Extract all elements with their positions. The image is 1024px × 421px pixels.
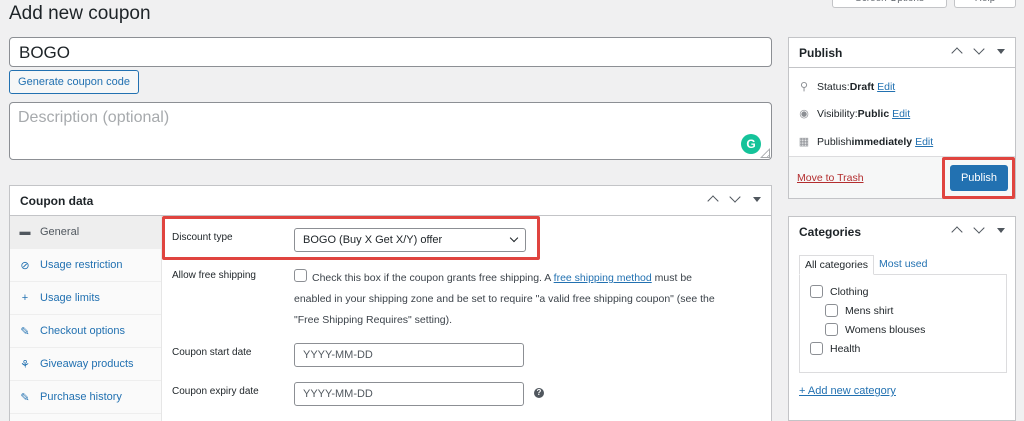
move-down-icon[interactable]: [729, 191, 741, 208]
tab-label: Usage limits: [40, 292, 100, 304]
wrench-icon: ✎: [20, 391, 30, 404]
categories-title: Categories: [799, 225, 862, 239]
tab-usage-restriction[interactable]: ⊘ Usage restriction: [10, 249, 161, 282]
edit-visibility-link[interactable]: Edit: [892, 108, 910, 120]
tab-label: Checkout options: [40, 325, 125, 337]
free-shipping-text: "Free Shipping Requires" setting).: [294, 314, 453, 326]
category-label: Clothing: [830, 285, 869, 298]
plus-icon: +: [21, 292, 29, 304]
category-checkbox[interactable]: [825, 323, 838, 336]
free-shipping-checkbox[interactable]: [294, 269, 307, 282]
publish-time-row: ▦ Publish immediately Edit: [797, 135, 933, 149]
publish-panel: Publish ⚲ Status: Draft Edit ◉ Visibilit…: [788, 37, 1016, 199]
category-item[interactable]: Clothing: [810, 285, 869, 298]
free-shipping-method-link[interactable]: free shipping method: [554, 272, 652, 284]
screen-options-button[interactable]: Screen Options: [832, 0, 947, 8]
tab-purchase-history[interactable]: ✎ Purchase history: [10, 381, 161, 414]
move-to-trash-link[interactable]: Move to Trash: [797, 172, 864, 184]
category-item[interactable]: Womens blouses: [825, 323, 925, 336]
toggle-panel-icon[interactable]: [751, 192, 763, 208]
publish-header: Publish: [789, 38, 1015, 68]
category-label: Health: [830, 342, 861, 355]
wrench-icon: ✎: [20, 325, 30, 338]
coupon-data-title: Coupon data: [20, 194, 94, 208]
visibility-row: ◉ Visibility: Public Edit: [797, 107, 910, 121]
description-textarea[interactable]: Description (optional): [9, 102, 772, 160]
discount-type-select[interactable]: BOGO (Buy X Get X/Y) offer: [294, 228, 526, 252]
coupon-data-header: Coupon data: [10, 186, 771, 216]
status-label: Status:: [817, 80, 850, 93]
free-shipping-description: Check this box if the coupon grants free…: [294, 268, 762, 331]
publish-button[interactable]: Publish: [950, 165, 1008, 191]
edit-publish-time-link[interactable]: Edit: [915, 136, 933, 148]
free-shipping-text: Check this box if the coupon grants free…: [312, 272, 554, 284]
tab-usage-limits[interactable]: + Usage limits: [10, 282, 161, 315]
add-new-category-link[interactable]: + Add new category: [799, 385, 896, 397]
coupon-data-tabs: ▬ General ⊘ Usage restriction + Usage limit…: [10, 216, 162, 421]
publish-title: Publish: [799, 46, 843, 60]
discount-type-label: Discount type: [172, 232, 233, 243]
edit-status-link[interactable]: Edit: [877, 81, 895, 93]
tab-checkout-options[interactable]: ✎ Checkout options: [10, 315, 161, 348]
category-item[interactable]: Mens shirt: [825, 304, 893, 317]
category-checkbox[interactable]: [825, 304, 838, 317]
visibility-label: Visibility:: [817, 107, 858, 120]
category-checklist: Clothing Mens shirt Womens blouses Healt…: [799, 274, 1007, 373]
start-date-label: Coupon start date: [172, 347, 252, 358]
coupon-code-input[interactable]: BOGO: [9, 37, 772, 67]
ticket-icon: ▬: [19, 226, 31, 238]
categories-header: Categories: [789, 217, 1015, 247]
move-up-icon[interactable]: [951, 44, 963, 60]
start-date-input[interactable]: YYYY-MM-DD: [294, 343, 524, 367]
category-tabs: All categories Most used: [799, 255, 932, 275]
publish-time-label: Publish: [817, 135, 852, 148]
status-value: Draft: [849, 80, 875, 93]
pin-icon: ⚲: [799, 81, 809, 93]
discount-type-value: BOGO (Buy X Get X/Y) offer: [303, 234, 443, 246]
expiry-date-input[interactable]: YYYY-MM-DD: [294, 382, 524, 406]
tab-label: General: [40, 226, 80, 238]
tab-label: Giveaway products: [40, 358, 134, 370]
move-up-icon[interactable]: [951, 223, 963, 239]
free-shipping-text: must be: [651, 272, 693, 284]
help-button[interactable]: Help: [954, 0, 1016, 8]
move-up-icon[interactable]: [707, 192, 719, 208]
category-item[interactable]: Health: [810, 342, 860, 355]
tab-all-categories[interactable]: All categories: [799, 255, 875, 275]
category-label: Womens blouses: [845, 323, 926, 336]
tab-general[interactable]: ▬ General: [10, 216, 161, 249]
publish-time-value: immediately: [851, 135, 913, 148]
tab-giveaway-products[interactable]: ⚘ Giveaway products: [10, 348, 161, 381]
help-icon[interactable]: ?: [534, 388, 544, 398]
category-label: Mens shirt: [845, 304, 894, 317]
category-checkbox[interactable]: [810, 285, 823, 298]
visibility-value: Public: [857, 107, 890, 120]
generate-coupon-code-button[interactable]: Generate coupon code: [9, 70, 139, 94]
toggle-panel-icon[interactable]: [995, 223, 1007, 239]
tab-label: Purchase history: [40, 391, 122, 403]
page-title: Add new coupon: [9, 3, 151, 24]
tab-most-used[interactable]: Most used: [874, 255, 932, 275]
chevron-down-icon: [509, 233, 519, 243]
move-down-icon[interactable]: [973, 222, 985, 239]
block-icon: ⊘: [20, 259, 30, 272]
move-down-icon[interactable]: [973, 43, 985, 60]
status-row: ⚲ Status: Draft Edit: [797, 80, 895, 94]
toggle-panel-icon[interactable]: [995, 44, 1007, 60]
gift-icon: ⚘: [20, 358, 30, 371]
categories-panel: Categories All categories Most used Clot…: [788, 216, 1016, 421]
category-checkbox[interactable]: [810, 342, 823, 355]
publish-actions: Move to Trash Publish: [789, 156, 1015, 199]
eye-icon: ◉: [799, 108, 809, 120]
tab-label: Usage restriction: [40, 259, 123, 271]
free-shipping-text: enabled in your shipping zone and be set…: [294, 293, 715, 305]
calendar-icon: ▦: [798, 136, 810, 148]
grammarly-icon[interactable]: G: [741, 134, 761, 154]
free-shipping-label: Allow free shipping: [172, 270, 256, 281]
expiry-date-label: Coupon expiry date: [172, 386, 259, 397]
coupon-data-panel: Coupon data ▬ General ⊘ Usage restriction …: [9, 185, 772, 421]
